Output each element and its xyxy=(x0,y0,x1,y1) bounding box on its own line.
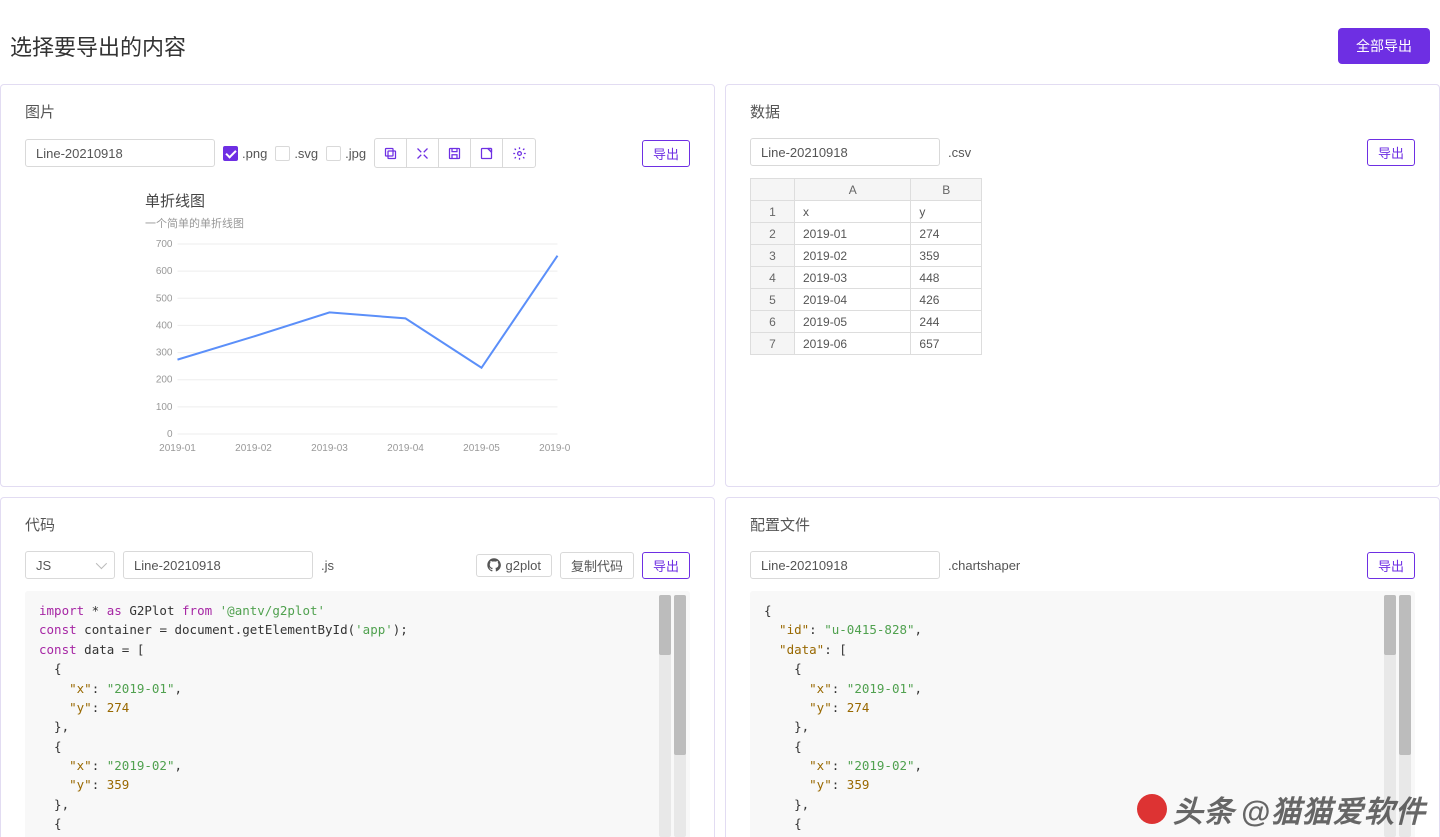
svg-text:2019-06: 2019-06 xyxy=(539,443,570,454)
watermark-logo-icon xyxy=(1137,794,1167,824)
config-ext-label: .chartshaper xyxy=(948,558,1020,573)
chart-preview: 单折线图 一个简单的单折线图 0 100 200 300 400 500 600 700 201… xyxy=(25,180,690,462)
data-table[interactable]: AB 1xy 22019-0127432019-0235942019-03448… xyxy=(750,178,982,355)
export-all-button[interactable]: 全部导出 xyxy=(1338,28,1430,64)
save-icon[interactable] xyxy=(439,139,471,167)
copy-icon[interactable] xyxy=(375,139,407,167)
chevron-down-icon xyxy=(96,558,107,569)
chart-title: 单折线图 xyxy=(145,190,570,211)
svg-text:400: 400 xyxy=(156,320,173,331)
share-icon[interactable] xyxy=(471,139,503,167)
image-panel: 图片 .png .svg .jpg 导出 单折线图 一个简单的单折线图 xyxy=(0,84,715,487)
png-checkbox[interactable]: .png xyxy=(223,146,267,161)
data-filename-input[interactable] xyxy=(750,138,940,166)
g2plot-button[interactable]: g2plot xyxy=(476,554,552,577)
data-ext-label: .csv xyxy=(948,145,971,160)
image-panel-title: 图片 xyxy=(25,101,690,122)
table-row[interactable]: 42019-03448 xyxy=(751,267,982,289)
table-row[interactable]: 22019-01274 xyxy=(751,223,982,245)
config-filename-input[interactable] xyxy=(750,551,940,579)
svg-text:0: 0 xyxy=(167,429,173,440)
image-filename-input[interactable] xyxy=(25,139,215,167)
data-panel-title: 数据 xyxy=(750,101,1415,122)
code-panel: 代码 JS .js g2plot 复制代码 导出 import * as G2P… xyxy=(0,497,715,837)
svg-text:200: 200 xyxy=(156,375,173,386)
code-export-button[interactable]: 导出 xyxy=(642,552,690,579)
table-row[interactable]: 52019-04426 xyxy=(751,289,982,311)
svg-text:2019-04: 2019-04 xyxy=(387,443,424,454)
svg-text:500: 500 xyxy=(156,293,173,304)
lang-select[interactable]: JS xyxy=(25,551,115,579)
svg-text:600: 600 xyxy=(156,266,173,277)
chart-subtitle: 一个简单的单折线图 xyxy=(145,215,570,231)
table-row[interactable]: 72019-06657 xyxy=(751,333,982,355)
code-editor[interactable]: import * as G2Plot from '@antv/g2plot' c… xyxy=(25,591,690,837)
github-icon xyxy=(487,558,501,572)
page-title: 选择要导出的内容 xyxy=(10,30,186,62)
svg-text:100: 100 xyxy=(156,402,173,413)
settings-icon[interactable] xyxy=(503,139,535,167)
config-panel-title: 配置文件 xyxy=(750,514,1415,535)
svg-text:2019-02: 2019-02 xyxy=(235,443,272,454)
table-row[interactable]: 32019-02359 xyxy=(751,245,982,267)
data-export-button[interactable]: 导出 xyxy=(1367,139,1415,166)
watermark: 头条 @猫猫爱软件 xyxy=(1137,787,1426,831)
svg-text:2019-01: 2019-01 xyxy=(159,443,196,454)
code-filename-input[interactable] xyxy=(123,551,313,579)
scrollbar[interactable] xyxy=(659,595,687,837)
svg-text:300: 300 xyxy=(156,348,173,359)
svg-checkbox[interactable]: .svg xyxy=(275,146,318,161)
data-panel: 数据 .csv 导出 AB 1xy 22019-0127432019-02359… xyxy=(725,84,1440,487)
svg-text:700: 700 xyxy=(156,239,173,250)
image-export-button[interactable]: 导出 xyxy=(642,140,690,167)
svg-text:2019-05: 2019-05 xyxy=(463,443,500,454)
config-export-button[interactable]: 导出 xyxy=(1367,552,1415,579)
svg-text:2019-03: 2019-03 xyxy=(311,443,348,454)
code-ext-label: .js xyxy=(321,558,334,573)
expand-icon[interactable] xyxy=(407,139,439,167)
jpg-checkbox[interactable]: .jpg xyxy=(326,146,366,161)
code-panel-title: 代码 xyxy=(25,514,690,535)
config-panel: 配置文件 .chartshaper 导出 { "id": "u-0415-828… xyxy=(725,497,1440,837)
table-row[interactable]: 62019-05244 xyxy=(751,311,982,333)
copy-code-button[interactable]: 复制代码 xyxy=(560,552,634,579)
